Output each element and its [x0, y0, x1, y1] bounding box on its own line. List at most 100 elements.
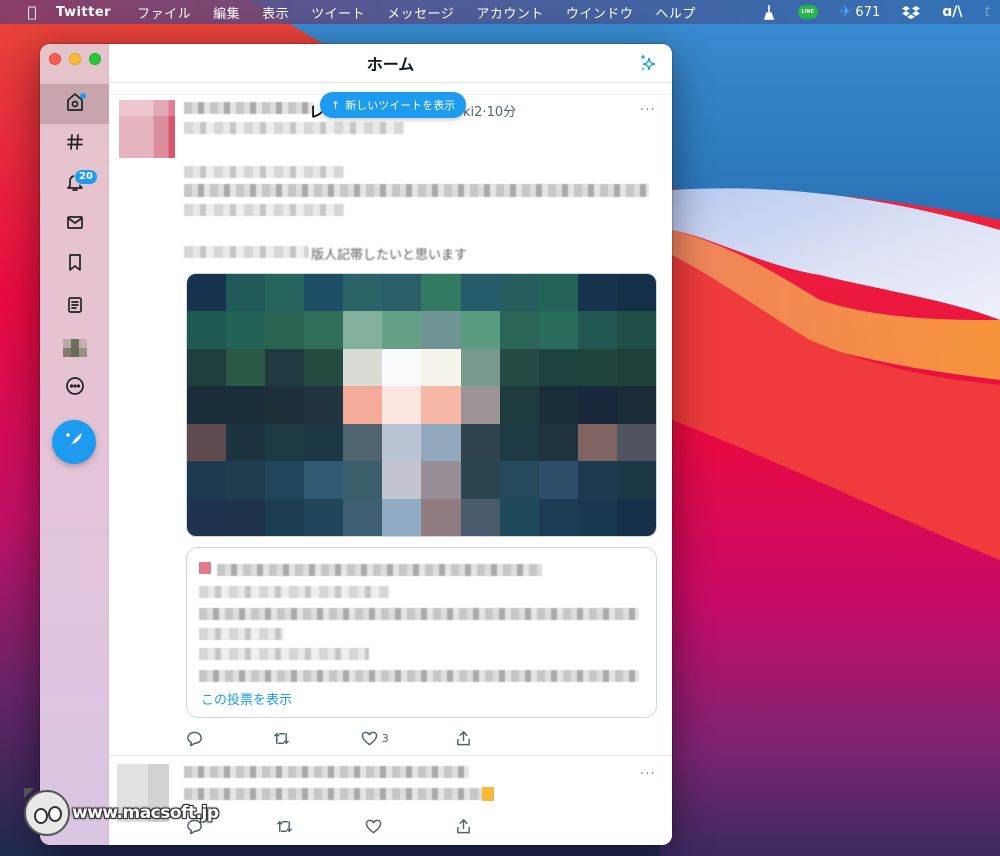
media-pixel [616, 386, 656, 424]
arrow-up-icon: ↑ [331, 98, 341, 112]
media-pixel [265, 386, 305, 424]
like-button[interactable]: 3 [361, 730, 389, 747]
media-pixel [265, 311, 305, 349]
tweet-text-redacted [184, 246, 309, 258]
sidebar-item-lists[interactable] [40, 287, 109, 327]
menu-edit[interactable]: 編集 [213, 3, 240, 22]
media-pixel [616, 311, 656, 349]
menu-window[interactable]: ウインドウ [566, 3, 634, 22]
tweet-subline-redacted [184, 122, 404, 134]
share-button[interactable] [455, 818, 476, 835]
card-text-redacted [199, 586, 389, 598]
media-pixel [226, 311, 266, 349]
minimize-window-button[interactable] [69, 53, 81, 65]
media-pixel [187, 274, 227, 312]
media-pixel [577, 423, 617, 462]
tweet-media-image[interactable] [186, 273, 657, 537]
tweet[interactable]: レ ki2·10分 ··· 版人記帯したいと思います この投票を表示 3 [109, 44, 672, 756]
sidebar-item-bookmarks[interactable] [40, 244, 109, 284]
media-pixel [226, 386, 266, 424]
tweet-text-fragment: 版人記帯したいと思います [311, 248, 468, 263]
menu-file[interactable]: ファイル [137, 3, 191, 22]
media-pixel [499, 423, 539, 462]
tweet-text-redacted [184, 788, 484, 800]
media-pixel [382, 274, 422, 312]
tweet-more-options-button[interactable]: ··· [640, 766, 656, 782]
line-app-icon[interactable]: LINE [797, 5, 818, 19]
media-pixel [460, 348, 500, 387]
menu-app-name[interactable]: Twitter [56, 5, 111, 20]
media-pixel [304, 498, 344, 536]
media-pixel [460, 423, 500, 462]
media-pixel [343, 423, 383, 462]
media-pixel [304, 348, 344, 387]
share-button[interactable] [455, 730, 476, 747]
app-a-icon[interactable]: ɑ/\ [942, 4, 962, 20]
mascot-face-icon [24, 790, 70, 836]
menu-view[interactable]: 表示 [262, 3, 289, 22]
media-pixel [460, 311, 500, 349]
tweet-more-options-button[interactable]: ··· [640, 102, 656, 118]
media-pixel [187, 311, 227, 349]
menu-account[interactable]: アカウント [476, 3, 544, 22]
media-pixel [304, 274, 344, 312]
view-poll-link[interactable]: この投票を表示 [201, 689, 292, 708]
media-pixel [187, 348, 227, 387]
card-title-redacted [217, 564, 542, 576]
media-pixel [226, 274, 266, 312]
media-pixel [538, 461, 578, 499]
tweet-handle-suffix: ki2 [463, 105, 483, 120]
media-pixel [343, 461, 383, 499]
tweet-timestamp[interactable]: 10分 [487, 105, 517, 120]
sidebar-item-messages[interactable] [40, 204, 109, 244]
reply-button[interactable] [186, 730, 207, 747]
menu-messages[interactable]: メッセージ [387, 3, 454, 22]
media-pixel [499, 498, 539, 536]
media-pixel [499, 274, 539, 312]
sidebar-item-home[interactable] [40, 84, 109, 124]
flight-status-item[interactable]: ✈ 671 [840, 4, 881, 20]
media-pixel [343, 386, 383, 424]
sidebar-item-explore[interactable] [40, 124, 109, 164]
zoom-window-button[interactable] [89, 53, 101, 65]
sidebar-item-notifications[interactable]: 20 [40, 164, 109, 204]
retweet-button[interactable] [273, 730, 294, 747]
menu-help[interactable]: ヘルプ [655, 3, 696, 22]
new-content-dot [80, 93, 86, 99]
bookmark-icon [65, 252, 85, 276]
tumblr-icon[interactable]: t [985, 4, 991, 20]
sidebar-item-more[interactable] [40, 368, 109, 408]
retweet-button[interactable] [276, 818, 297, 835]
media-pixel [538, 348, 578, 387]
broom-icon[interactable] [762, 4, 776, 20]
media-pixel [499, 348, 539, 387]
media-pixel [538, 423, 578, 462]
tweet-author-avatar[interactable] [119, 100, 175, 158]
show-new-tweets-button[interactable]: ↑ 新しいツイートを表示 [320, 92, 467, 118]
poll-card[interactable]: この投票を表示 [186, 547, 657, 718]
compose-tweet-button[interactable] [52, 420, 96, 464]
media-pixel [421, 423, 461, 462]
media-pixel [538, 274, 578, 312]
like-button[interactable] [365, 818, 386, 835]
media-pixel [226, 348, 266, 387]
menu-bar:  Twitter ファイル 編集 表示 ツイート メッセージ アカウント ウイ… [0, 0, 1000, 24]
sidebar-item-profile[interactable] [40, 328, 109, 368]
media-pixel [382, 423, 422, 462]
sidebar: 20 [40, 44, 109, 845]
media-pixel [265, 498, 305, 536]
status-menu-area: LINE ✈ 671 ɑ/\ t [762, 0, 1000, 24]
dropbox-icon[interactable] [902, 5, 921, 19]
media-pixel [421, 461, 461, 499]
home-timeline: ホーム ↑ 新しいツイートを表示 レ ki2·10分 ··· 版人記帯したいと思… [109, 44, 672, 845]
menu-tweet[interactable]: ツイート [311, 3, 365, 22]
media-pixel [382, 461, 422, 499]
media-pixel [460, 498, 500, 536]
apple-logo-icon[interactable]:  [22, 3, 42, 21]
media-pixel [304, 461, 344, 499]
media-pixel [421, 274, 461, 312]
line-app-label: LINE [797, 5, 818, 19]
close-window-button[interactable] [49, 53, 61, 65]
media-pixel [499, 386, 539, 424]
media-pixel [577, 274, 617, 312]
